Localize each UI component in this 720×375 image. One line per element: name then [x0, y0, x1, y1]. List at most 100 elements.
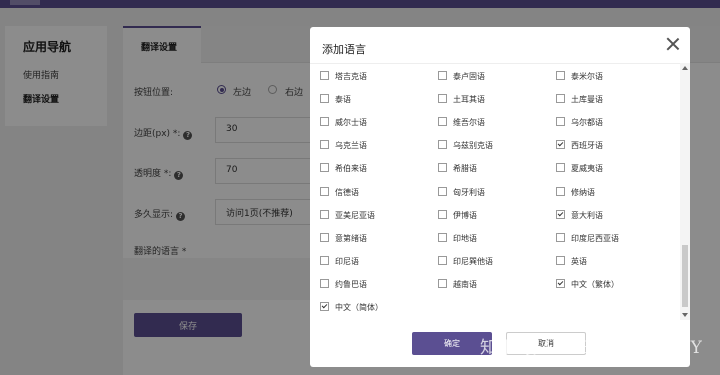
language-checkbox[interactable] — [320, 278, 329, 288]
language-checkbox[interactable] — [556, 278, 565, 288]
language-checkbox[interactable] — [320, 163, 329, 173]
language-option[interactable]: 夏威夷语 — [556, 163, 603, 179]
language-option[interactable]: 越南语 — [438, 278, 477, 295]
language-label: 威尔士语 — [335, 118, 367, 128]
language-label: 夏威夷语 — [571, 164, 603, 174]
language-label: 亚美尼亚语 — [335, 210, 375, 220]
language-checkbox[interactable] — [320, 255, 329, 265]
language-option[interactable]: 英语 — [556, 255, 587, 272]
language-checkbox[interactable] — [320, 209, 329, 219]
language-label: 印度尼西亚语 — [571, 233, 619, 243]
watermark: 知乎 @ALLEN-SHOPIFY — [480, 338, 703, 358]
language-checkbox[interactable] — [556, 209, 565, 219]
language-label: 乌尔都语 — [571, 118, 603, 128]
language-checkbox[interactable] — [438, 186, 447, 196]
language-checkbox[interactable] — [320, 232, 329, 242]
language-option[interactable]: 希腊语 — [438, 163, 477, 179]
dialog-divider — [310, 63, 690, 64]
language-checkbox[interactable] — [320, 140, 329, 150]
language-label: 中文（简体） — [335, 303, 383, 312]
language-label: 修纳语 — [571, 187, 595, 197]
dialog-title: 添加语言 — [322, 43, 366, 56]
language-label: 维吾尔语 — [453, 118, 485, 128]
language-label: 越南语 — [453, 279, 477, 289]
language-checkbox[interactable] — [438, 140, 447, 150]
language-option[interactable]: 土耳其语 — [438, 94, 485, 110]
language-label: 英语 — [571, 256, 587, 266]
language-checkbox[interactable] — [556, 255, 565, 265]
language-option[interactable]: 泰米尔语 — [556, 71, 603, 87]
language-label: 土库曼语 — [571, 95, 603, 105]
language-checkbox[interactable] — [438, 278, 447, 288]
language-label: 印尼语 — [335, 256, 359, 266]
language-option[interactable]: 泰语 — [320, 94, 351, 110]
dialog-scrollbar[interactable] — [680, 63, 690, 320]
language-label: 土耳其语 — [453, 95, 485, 105]
language-option[interactable]: 印尼巽他语 — [438, 255, 493, 272]
language-label: 中文（繁体） — [571, 279, 619, 289]
language-label: 乌克兰语 — [335, 141, 367, 151]
language-option[interactable]: 希伯来语 — [320, 163, 367, 179]
language-option[interactable]: 印尼语 — [320, 255, 359, 272]
language-checkbox[interactable] — [556, 163, 565, 173]
language-checkbox[interactable] — [556, 71, 565, 80]
language-label: 匈牙利语 — [453, 187, 485, 197]
close-icon[interactable] — [666, 37, 680, 51]
language-option[interactable]: 匈牙利语 — [438, 186, 485, 203]
language-option[interactable]: 塔吉克语 — [320, 71, 367, 87]
language-option[interactable]: 乌克兰语 — [320, 140, 367, 156]
language-option[interactable]: 亚美尼亚语 — [320, 209, 375, 226]
language-label: 乌兹别克语 — [453, 141, 493, 151]
add-language-dialog: 添加语言 塔吉克语 泰卢固语 泰米尔语泰语 土耳其语 土库曼语威尔士语 维吾尔语 乌尔都语乌… — [310, 27, 690, 367]
language-option[interactable]: 中文（繁体） — [556, 278, 619, 295]
language-option[interactable]: 意第绪语 — [320, 232, 367, 249]
language-checkbox[interactable] — [438, 163, 447, 173]
language-option[interactable]: 印度尼西亚语 — [556, 232, 619, 249]
language-checkbox[interactable] — [320, 186, 329, 196]
language-checkbox[interactable] — [556, 94, 565, 104]
language-option[interactable]: 乌尔都语 — [556, 117, 603, 133]
language-option[interactable]: 泰卢固语 — [438, 71, 485, 87]
language-checkbox[interactable] — [320, 71, 329, 80]
scroll-thumb[interactable] — [682, 245, 688, 307]
language-checkbox[interactable] — [320, 117, 329, 127]
language-checkbox[interactable] — [556, 117, 565, 127]
language-checkbox[interactable] — [438, 94, 447, 104]
language-label: 希腊语 — [453, 164, 477, 174]
language-label: 泰语 — [335, 95, 351, 105]
language-option[interactable]: 信德语 — [320, 186, 359, 203]
language-option[interactable]: 印地语 — [438, 232, 477, 249]
language-checkbox[interactable] — [556, 140, 565, 150]
language-label: 约鲁巴语 — [335, 279, 367, 289]
language-checkbox[interactable] — [438, 255, 447, 265]
language-option[interactable]: 伊博语 — [438, 209, 477, 226]
language-checkbox[interactable] — [438, 117, 447, 127]
language-option[interactable]: 乌兹别克语 — [438, 140, 493, 156]
language-checkbox[interactable] — [438, 209, 447, 219]
language-checkbox[interactable] — [438, 71, 447, 80]
language-option[interactable]: 土库曼语 — [556, 94, 603, 110]
language-label: 泰米尔语 — [571, 72, 603, 81]
language-checkbox[interactable] — [556, 232, 565, 242]
language-label: 印尼巽他语 — [453, 256, 493, 266]
language-checkbox[interactable] — [320, 94, 329, 104]
language-option[interactable]: 意大利语 — [556, 209, 603, 226]
language-option[interactable]: 维吾尔语 — [438, 117, 485, 133]
language-checkbox[interactable] — [320, 302, 329, 311]
scroll-down-icon[interactable] — [682, 313, 688, 317]
language-option[interactable]: 中文（简体） — [320, 302, 383, 318]
scroll-up-icon[interactable] — [682, 66, 688, 70]
language-label: 塔吉克语 — [335, 72, 367, 81]
language-label: 希伯来语 — [335, 164, 367, 174]
language-option[interactable]: 约鲁巴语 — [320, 278, 367, 295]
language-option[interactable]: 修纳语 — [556, 186, 595, 203]
language-option[interactable]: 西班牙语 — [556, 140, 603, 156]
language-label: 印地语 — [453, 233, 477, 243]
language-label: 信德语 — [335, 187, 359, 197]
language-checkbox[interactable] — [438, 232, 447, 242]
language-label: 伊博语 — [453, 210, 477, 220]
language-checkbox[interactable] — [556, 186, 565, 196]
language-option[interactable]: 威尔士语 — [320, 117, 367, 133]
language-label: 西班牙语 — [571, 141, 603, 151]
language-label: 意第绪语 — [335, 233, 367, 243]
